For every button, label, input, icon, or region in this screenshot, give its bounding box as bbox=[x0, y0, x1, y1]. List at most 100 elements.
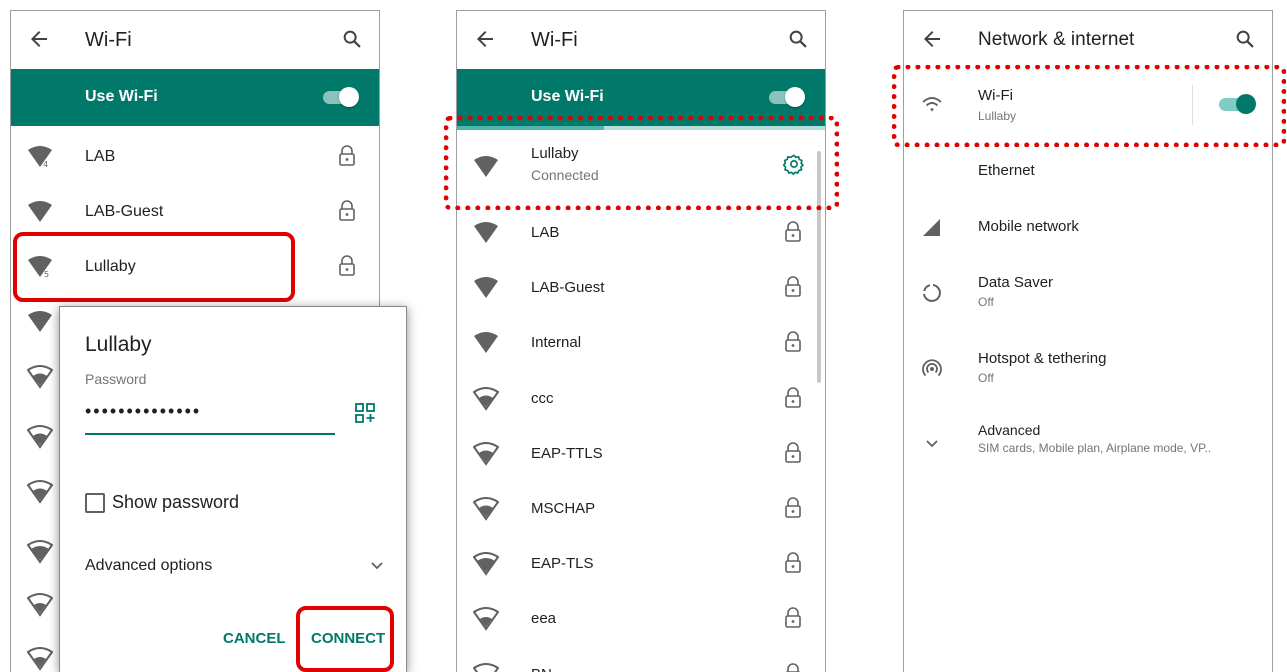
use-wifi-label: Use Wi-Fi bbox=[531, 88, 604, 105]
wifi-signal-3-icon bbox=[473, 442, 499, 466]
wifi-signal-3-icon bbox=[27, 365, 53, 389]
network-name: eea bbox=[531, 610, 557, 627]
back-arrow-icon[interactable] bbox=[920, 27, 944, 51]
network-name: LAB bbox=[531, 224, 560, 241]
network-row[interactable]: Internal bbox=[457, 315, 825, 371]
item-subtitle: Off bbox=[978, 371, 994, 385]
item-title: Mobile network bbox=[978, 218, 1079, 235]
wifi-signal-4-icon bbox=[474, 332, 498, 353]
page-title: Wi-Fi bbox=[531, 29, 578, 51]
lock-icon bbox=[785, 387, 801, 408]
item-subtitle: Off bbox=[978, 295, 994, 309]
show-password-label[interactable]: Show password bbox=[112, 492, 239, 513]
dialog-title: Lullaby bbox=[85, 333, 152, 356]
lock-icon bbox=[785, 442, 801, 463]
network-row-lab[interactable]: 4 LAB bbox=[11, 130, 379, 185]
wifi-signal-2-icon bbox=[27, 647, 53, 671]
wifi-signal-3-icon bbox=[27, 540, 53, 564]
wifi-signal-4-icon bbox=[474, 277, 498, 298]
wifi-signal-3-icon bbox=[473, 387, 499, 411]
lock-icon bbox=[339, 255, 355, 276]
use-wifi-label: Use Wi-Fi bbox=[85, 88, 158, 105]
lock-icon bbox=[785, 607, 801, 628]
cancel-button[interactable]: CANCEL bbox=[223, 630, 286, 647]
lock-icon bbox=[785, 663, 801, 672]
password-field[interactable]: •••••••••••••• bbox=[85, 401, 201, 422]
network-name: EAP-TTLS bbox=[531, 445, 603, 462]
search-icon[interactable] bbox=[1234, 28, 1256, 50]
network-row[interactable]: EAP-TTLS bbox=[457, 426, 825, 482]
back-arrow-icon[interactable] bbox=[473, 27, 497, 51]
network-row[interactable]: LAB bbox=[457, 205, 825, 261]
network-name: BN bbox=[531, 666, 552, 672]
chevron-down-icon bbox=[926, 440, 938, 448]
item-subtitle: SIM cards, Mobile plan, Airplane mode, V… bbox=[978, 441, 1212, 455]
lock-icon bbox=[339, 145, 355, 166]
show-password-checkbox[interactable] bbox=[85, 493, 105, 513]
wifi-signal-3-icon bbox=[27, 480, 53, 504]
network-row[interactable]: ccc bbox=[457, 371, 825, 427]
wifi-signal-2-icon bbox=[27, 593, 53, 617]
network-row[interactable]: MSCHAP bbox=[457, 481, 825, 537]
network-name: LAB-Guest bbox=[85, 203, 164, 220]
lock-icon bbox=[785, 221, 801, 242]
data-saver-icon bbox=[923, 284, 941, 302]
wifi-signal-4-icon bbox=[474, 222, 498, 243]
network-row[interactable]: BN bbox=[457, 647, 825, 672]
back-arrow-icon[interactable] bbox=[27, 27, 51, 51]
network-row[interactable]: LAB-Guest bbox=[457, 260, 825, 316]
wifi-signal-3-icon bbox=[473, 552, 499, 576]
svg-text:4: 4 bbox=[43, 160, 48, 169]
search-icon[interactable] bbox=[787, 28, 809, 50]
wifi-signal-2-icon bbox=[473, 663, 499, 672]
page-title: Wi-Fi bbox=[85, 29, 132, 51]
item-title: Advanced bbox=[978, 422, 1041, 438]
qr-code-scan-icon[interactable] bbox=[355, 403, 375, 423]
wifi-signal-3-icon bbox=[27, 425, 53, 449]
lock-icon bbox=[785, 497, 801, 518]
wifi-signal-4-icon bbox=[28, 311, 52, 332]
network-name: MSCHAP bbox=[531, 500, 596, 517]
hotspot-icon bbox=[922, 359, 942, 377]
wifi-signal-4-icon: 4 bbox=[28, 146, 52, 169]
lock-icon bbox=[785, 331, 801, 352]
page-title: Network & internet bbox=[978, 29, 1135, 50]
network-name: ccc bbox=[531, 390, 554, 407]
chevron-down-icon[interactable] bbox=[370, 561, 384, 571]
highlight-box bbox=[892, 65, 1286, 147]
advanced-row[interactable]: Advanced SIM cards, Mobile plan, Airplan… bbox=[904, 413, 1272, 469]
network-name: EAP-TLS bbox=[531, 555, 594, 572]
hotspot-tethering-row[interactable]: Hotspot & tethering Off bbox=[904, 341, 1272, 397]
network-row[interactable]: eea bbox=[457, 591, 825, 647]
cellular-signal-icon bbox=[923, 219, 940, 236]
network-name: LAB bbox=[85, 148, 116, 165]
item-title: Data Saver bbox=[978, 274, 1054, 291]
network-row[interactable]: EAP-TLS bbox=[457, 536, 825, 592]
password-underline bbox=[85, 433, 335, 435]
advanced-options-label[interactable]: Advanced options bbox=[85, 557, 212, 575]
item-title: Hotspot & tethering bbox=[978, 350, 1107, 367]
lock-icon bbox=[785, 276, 801, 297]
use-wifi-toggle[interactable] bbox=[323, 87, 359, 107]
network-name: Internal bbox=[531, 334, 582, 351]
network-name: LAB-Guest bbox=[531, 279, 605, 296]
highlight-box bbox=[13, 232, 295, 302]
wifi-signal-3-icon bbox=[473, 497, 499, 521]
highlight-box bbox=[444, 116, 839, 210]
app-bar: Wi-Fi bbox=[11, 11, 379, 69]
wifi-signal-4-icon bbox=[28, 201, 52, 222]
item-title: Ethernet bbox=[978, 162, 1035, 179]
search-icon[interactable] bbox=[341, 28, 363, 50]
app-bar: Network & internet bbox=[904, 11, 1272, 69]
use-wifi-bar[interactable]: Use Wi-Fi bbox=[11, 69, 379, 126]
ethernet-row[interactable]: Ethernet bbox=[904, 149, 1272, 193]
lock-icon bbox=[339, 200, 355, 221]
highlight-box bbox=[296, 606, 394, 672]
data-saver-row[interactable]: Data Saver Off bbox=[904, 265, 1272, 321]
app-bar: Wi-Fi bbox=[457, 11, 825, 69]
lock-icon bbox=[785, 552, 801, 573]
wifi-signal-2-icon bbox=[473, 607, 499, 631]
mobile-network-row[interactable]: Mobile network bbox=[904, 205, 1272, 249]
use-wifi-toggle[interactable] bbox=[769, 87, 805, 107]
password-label: Password bbox=[85, 371, 147, 387]
